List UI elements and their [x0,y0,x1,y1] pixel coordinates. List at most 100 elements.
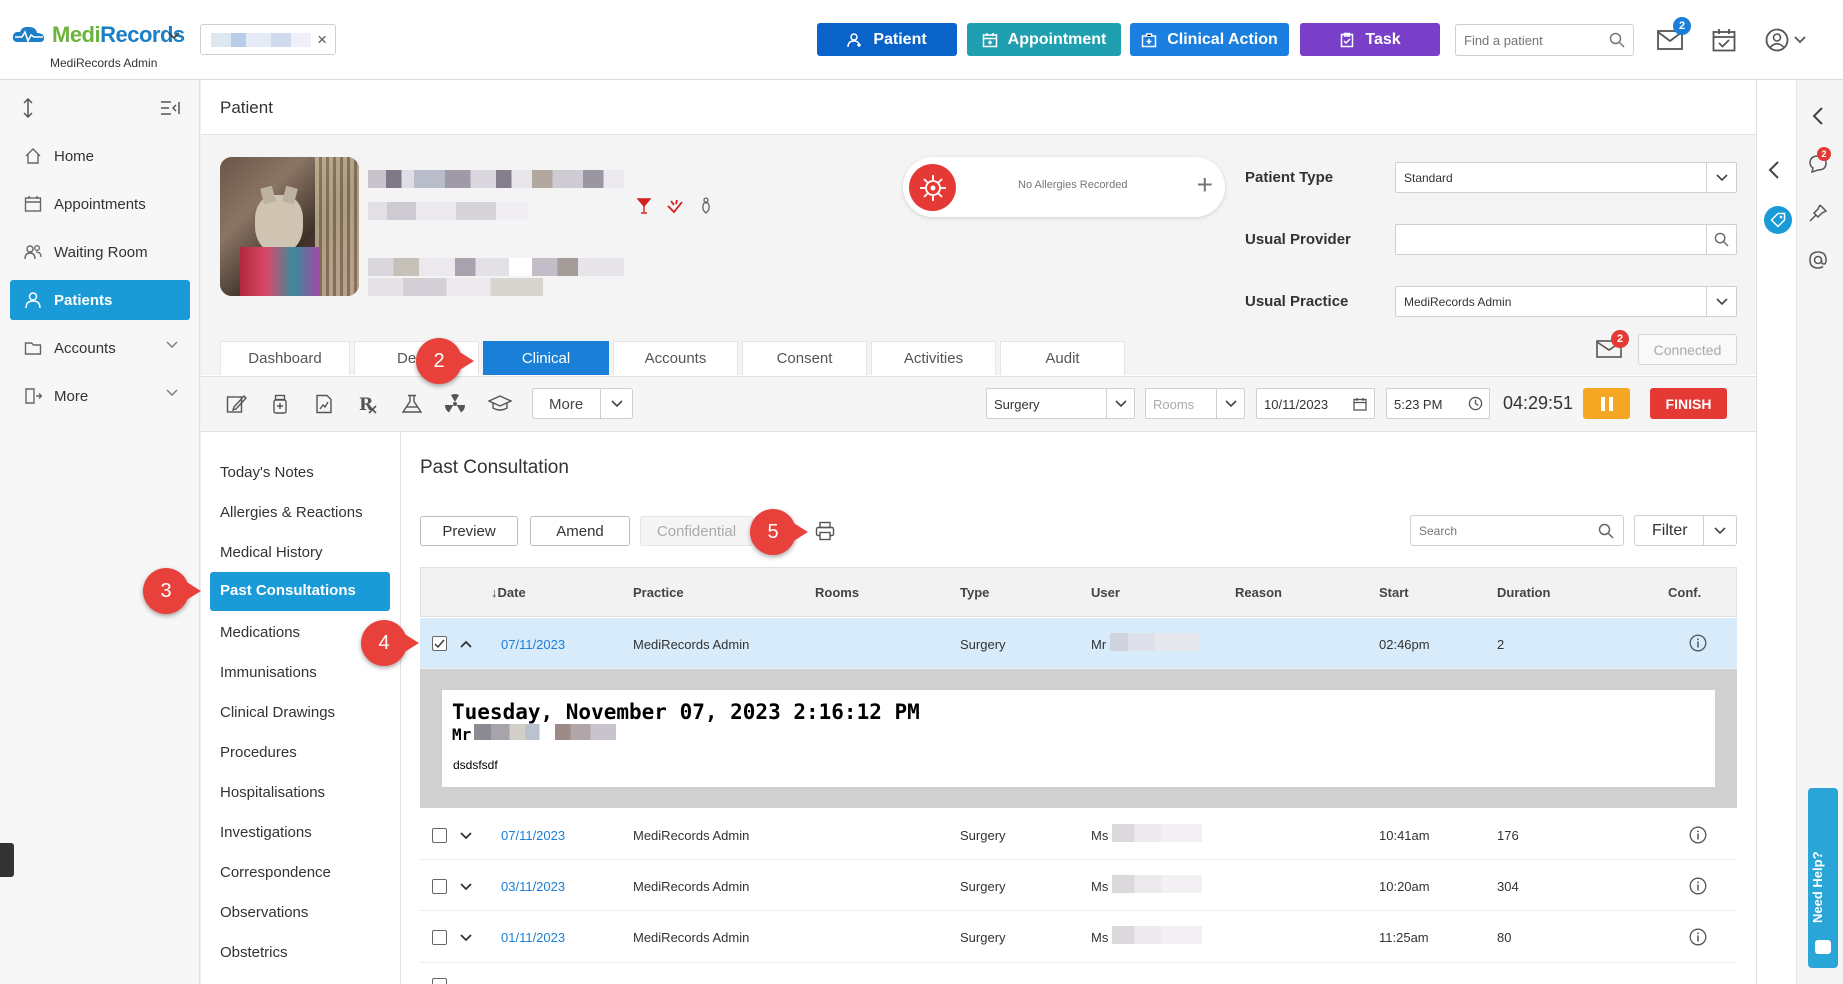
chevron-up-icon[interactable] [460,640,472,648]
prescription-icon[interactable]: R [358,394,378,414]
tab-consent[interactable]: Consent [742,341,867,375]
column-reason[interactable]: Reason [1235,585,1282,600]
row-checkbox[interactable] [432,636,447,651]
open-patient-tab[interactable]: × [200,24,336,55]
subnav-past-consultations[interactable]: Past Consultations [210,572,390,611]
finish-button[interactable]: FINISH [1650,388,1727,419]
column-conf[interactable]: Conf. [1668,585,1701,600]
sidebar-item-more[interactable]: More [10,376,190,416]
row-checkbox[interactable] [432,930,447,945]
tab-accounts[interactable]: Accounts [613,341,738,375]
add-allergy-icon[interactable]: + [1197,170,1213,200]
chevron-down-icon[interactable] [460,832,472,840]
chevron-down-icon[interactable] [460,934,472,942]
sidebar-item-waiting-room[interactable]: Waiting Room [10,232,190,272]
lab-flask-icon[interactable] [400,394,424,414]
print-icon[interactable] [815,521,835,541]
side-drawer-handle[interactable] [0,843,14,877]
tab-clinical[interactable]: Clinical [483,341,609,375]
chevron-down-icon[interactable] [460,883,472,891]
tag-icon[interactable] [1764,206,1792,234]
row-date[interactable]: 03/11/2023 [501,879,565,894]
edit-note-icon[interactable] [226,394,248,414]
subnav-allergies-reactions[interactable]: Allergies & Reactions [220,504,363,521]
subnav-medications[interactable]: Medications [220,624,300,641]
info-icon[interactable] [1689,928,1707,946]
sidebar-item-appointments[interactable]: Appointments [10,184,190,224]
new-task-button[interactable]: Task [1300,23,1440,56]
app-logo[interactable]: MediRecords [12,22,185,48]
pause-button[interactable] [1583,388,1630,419]
filter-dropdown[interactable]: Filter [1634,515,1737,546]
search-icon[interactable] [1706,225,1736,254]
subnav-immunisations[interactable]: Immunisations [220,664,317,681]
row-checkbox[interactable] [432,879,447,894]
subnav-investigations[interactable]: Investigations [220,824,312,841]
column-start[interactable]: Start [1379,585,1409,600]
app-switcher-chevron-icon[interactable] [168,32,180,40]
chevron-left-icon[interactable] [1768,160,1780,180]
amend-button[interactable]: Amend [530,516,630,546]
radiation-icon[interactable] [444,394,466,414]
subnav-todays-notes[interactable]: Today's Notes [220,464,314,481]
subnav-obstetrics[interactable]: Obstetrics [220,944,288,961]
subnav-correspondence[interactable]: Correspondence [220,864,331,881]
need-help-button[interactable]: Need Help? [1808,788,1838,968]
sidebar-item-patients[interactable]: Patients [10,280,190,320]
rooms-select[interactable]: Rooms [1145,388,1245,419]
row-checkbox[interactable] [432,978,447,984]
table-row[interactable] [420,860,1737,911]
find-patient-input[interactable] [1456,25,1596,55]
search-icon[interactable] [1598,523,1614,539]
new-appointment-button[interactable]: Appointment [967,23,1121,56]
allergy-pill[interactable]: No Allergies Recorded + [903,157,1225,217]
clinical-action-button[interactable]: Clinical Action [1130,23,1289,56]
consult-search[interactable] [1410,515,1624,546]
more-tools-dropdown[interactable]: More [532,388,633,419]
row-date[interactable]: 07/11/2023 [501,637,565,652]
row-date[interactable]: 01/11/2023 [501,930,565,945]
mention-icon[interactable] [1808,250,1828,270]
column-date[interactable]: ↓Date [491,585,526,600]
chart-report-icon[interactable] [315,394,333,414]
consult-search-input[interactable] [1411,516,1581,545]
confidential-button[interactable]: Confidential [640,516,753,546]
info-icon[interactable] [1689,877,1707,895]
sidebar-item-accounts[interactable]: Accounts [10,328,190,368]
usual-practice-select[interactable]: MediRecords Admin [1395,286,1737,317]
subnav-clinical-drawings[interactable]: Clinical Drawings [220,704,335,721]
subnav-observations[interactable]: Observations [220,904,308,921]
subnav-medical-history[interactable]: Medical History [220,544,323,561]
clock-icon[interactable] [1461,389,1489,418]
column-practice[interactable]: Practice [633,585,684,600]
location-select[interactable]: Surgery [986,388,1135,419]
search-icon[interactable] [1609,32,1625,48]
education-cap-icon[interactable] [488,394,512,414]
info-icon[interactable] [1689,634,1707,652]
calendar-check-icon[interactable] [1712,28,1736,52]
sidebar-item-home[interactable]: Home [10,136,190,176]
table-row[interactable] [420,618,1737,669]
medication-bottle-icon[interactable] [271,394,289,414]
collapse-sidebar-icon[interactable] [160,100,180,116]
new-patient-button[interactable]: Patient [817,23,957,56]
pin-icon[interactable] [1808,203,1828,223]
connected-status-button[interactable]: Connected [1638,334,1737,365]
resize-vertical-icon[interactable] [22,98,34,118]
subnav-procedures[interactable]: Procedures [220,744,297,761]
tab-dashboard[interactable]: Dashboard [220,341,350,375]
time-field[interactable]: 5:23 PM [1386,388,1490,419]
patient-type-select[interactable]: Standard [1395,162,1737,193]
column-duration[interactable]: Duration [1497,585,1550,600]
usual-provider-field[interactable] [1395,224,1737,255]
user-account-icon[interactable] [1765,28,1809,52]
tab-audit[interactable]: Audit [1000,341,1125,375]
table-row[interactable] [420,809,1737,860]
column-user[interactable]: User [1091,585,1120,600]
row-date[interactable]: 07/11/2023 [501,828,565,843]
chevron-left-icon[interactable] [1812,106,1824,126]
column-type[interactable]: Type [960,585,989,600]
tab-activities[interactable]: Activities [871,341,996,375]
preview-button[interactable]: Preview [420,516,518,546]
subnav-hospitalisations[interactable]: Hospitalisations [220,784,325,801]
